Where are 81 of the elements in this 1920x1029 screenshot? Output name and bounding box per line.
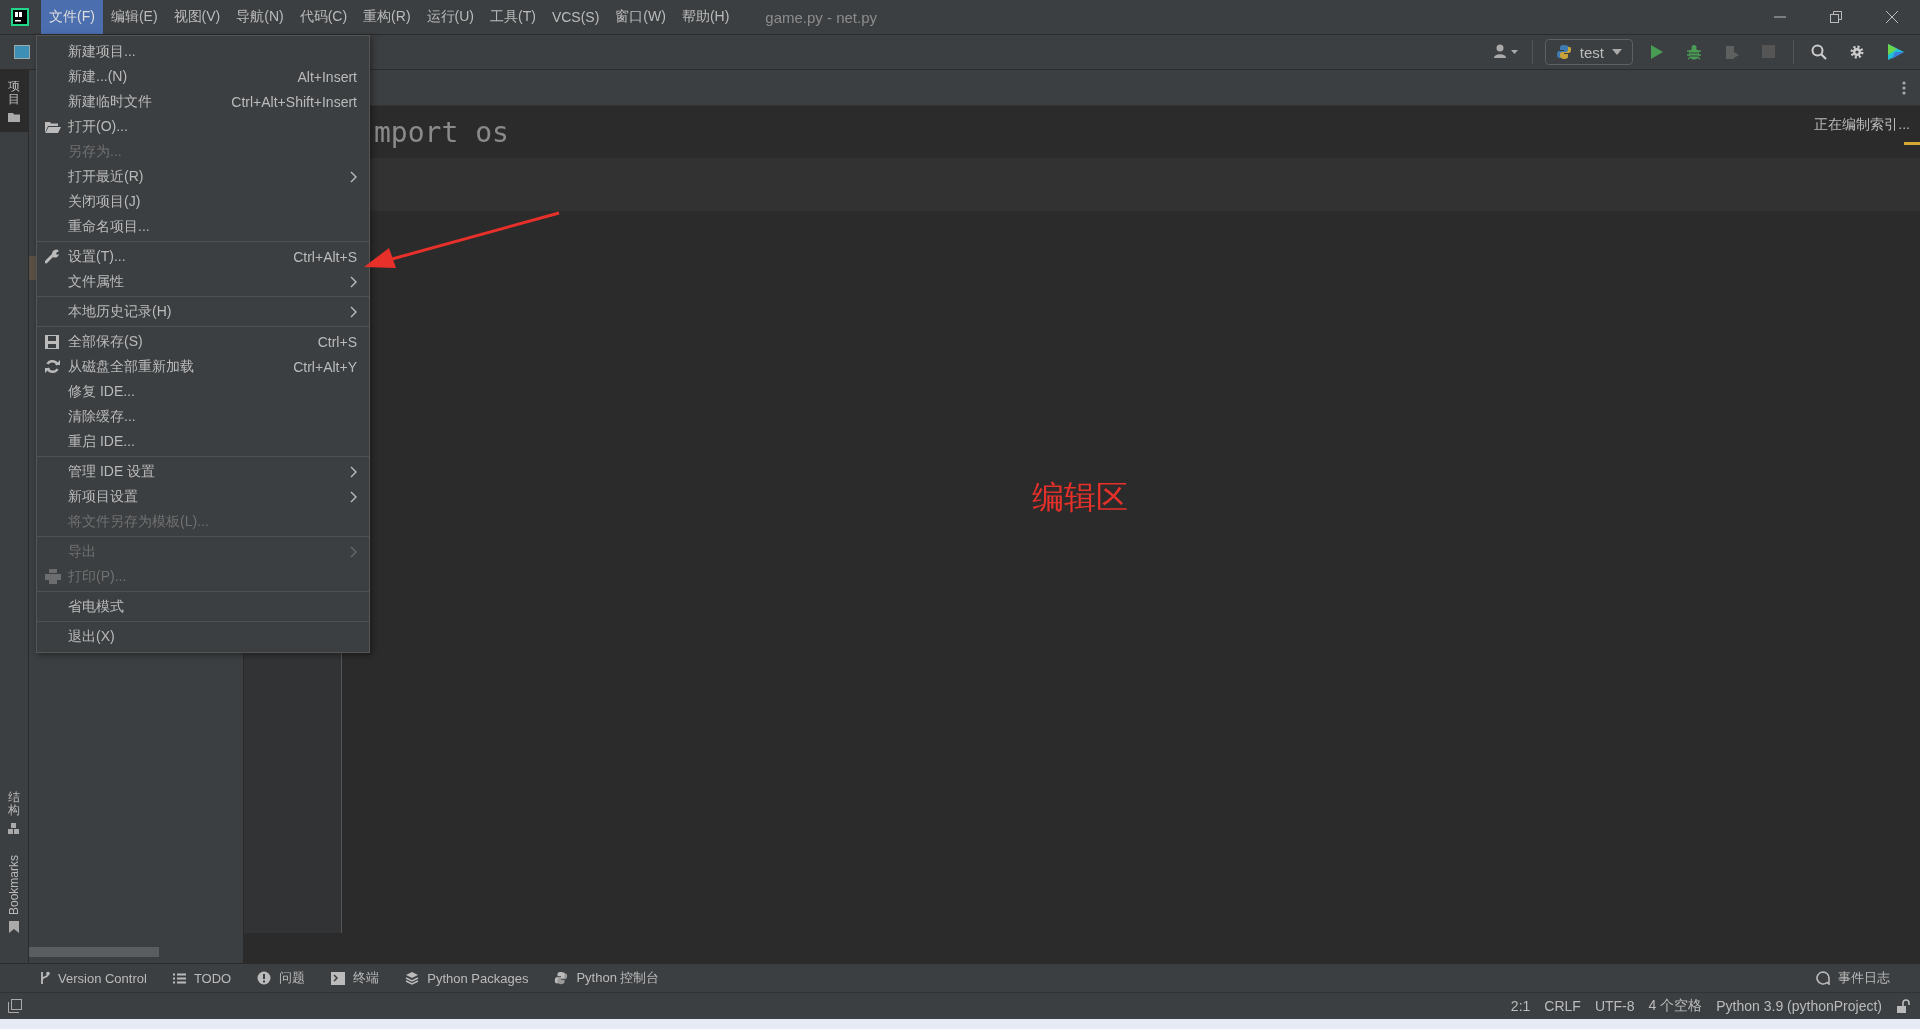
tool-window-tab[interactable]: 结构 [0, 780, 28, 845]
printer-icon [45, 569, 61, 584]
menu-item[interactable]: 帮助(H) [673, 0, 738, 34]
list-icon [172, 972, 186, 984]
bug-icon[interactable] [1686, 44, 1702, 60]
lock-icon[interactable] [1896, 999, 1910, 1013]
menu-item[interactable]: 新建临时文件 Ctrl+Alt+Shift+Insert [37, 89, 369, 114]
tool-window-tab[interactable]: Bookmarks [0, 844, 28, 943]
menu-item[interactable]: 重命名项目... [37, 214, 369, 239]
structure-icon [8, 822, 20, 835]
indexing-status: 正在编制索引... [1814, 116, 1911, 134]
status-item[interactable]: 2:1 [1510, 998, 1531, 1014]
status-item[interactable]: UTF-8 [1594, 998, 1635, 1014]
restore-icon [1830, 11, 1842, 23]
alert-icon [257, 971, 272, 985]
tool-window-tab[interactable]: 项目 [0, 70, 28, 133]
folder-icon [45, 120, 61, 133]
tool-window-button[interactable]: 问题 [257, 969, 306, 987]
user-icon[interactable] [1493, 44, 1520, 60]
settings-icon[interactable] [1849, 44, 1865, 60]
code-line: mport os [374, 115, 509, 149]
menu-item[interactable]: 新建项目... [37, 39, 369, 64]
menu-item[interactable]: 工具(T) [482, 0, 544, 34]
menu-item[interactable]: VCS(S) [543, 0, 608, 34]
menu-item[interactable]: 修复 IDE... [37, 379, 369, 404]
bookmark-icon [9, 921, 19, 933]
run-icon[interactable] [1650, 44, 1664, 60]
menu-item[interactable]: 重启 IDE... [37, 429, 369, 454]
scrollbar[interactable] [29, 947, 159, 957]
run-configuration-dropdown[interactable]: test [1544, 39, 1633, 65]
progress-indicator [1904, 142, 1920, 145]
layout-icon[interactable] [8, 999, 22, 1013]
toolbox-logo-icon[interactable] [1887, 43, 1905, 61]
menu-item[interactable]: 打开最近(R) [37, 164, 369, 189]
terminal-icon [331, 971, 346, 985]
menu-item[interactable]: 管理 IDE 设置 [37, 459, 369, 484]
menu-item[interactable]: 重构(R) [355, 0, 419, 34]
menu-item[interactable]: 从磁盘全部重新加载 Ctrl+Alt+Y [37, 354, 369, 379]
tool-window-button[interactable]: 终端 [331, 969, 380, 987]
menu-item[interactable]: 打开(O)... [37, 114, 369, 139]
menu-item[interactable]: 视图(V) [165, 0, 229, 34]
speech-bubble-icon [1816, 971, 1830, 985]
save-icon [45, 334, 59, 349]
status-item[interactable]: Python 3.9 (pythonProject) [1716, 998, 1882, 1014]
menu-item[interactable]: 窗口(W) [607, 0, 674, 34]
menu-item[interactable]: 文件属性 [37, 269, 369, 294]
more-options-icon[interactable] [1902, 80, 1906, 95]
menu-item[interactable]: 新项目设置 [37, 484, 369, 509]
menu-item[interactable]: 本地历史记录(H) [37, 299, 369, 324]
folder-icon [8, 112, 20, 123]
tool-window-button[interactable]: Version Control [40, 970, 147, 986]
menu-item[interactable]: 编辑(E) [102, 0, 166, 34]
menu-item[interactable]: 新建...(N) Alt+Insert [37, 64, 369, 89]
menu-item[interactable]: 代码(C) [291, 0, 356, 34]
close-icon [1886, 11, 1898, 23]
tool-window-button[interactable]: TODO [172, 970, 232, 986]
status-item[interactable]: 4 个空格 [1648, 997, 1703, 1015]
menu-item[interactable]: 设置(T)... Ctrl+Alt+S [37, 244, 369, 269]
branch-icon [40, 971, 50, 985]
menu-item[interactable]: 导航(N) [228, 0, 292, 34]
window-title: game.py - net.py [765, 8, 878, 26]
python-icon [1555, 44, 1572, 60]
menu-item[interactable]: 文件(F) [41, 0, 103, 34]
search-icon[interactable] [1811, 44, 1827, 60]
menu-item[interactable]: 关闭项目(J) [37, 189, 369, 214]
tool-window-button[interactable]: Python 控制台 [554, 969, 660, 987]
menu-item[interactable]: 省电模式 [37, 594, 369, 619]
menu-item[interactable]: 退出(X) [37, 624, 369, 649]
menu-item[interactable]: 清除缓存... [37, 404, 369, 429]
status-item[interactable]: CRLF [1544, 998, 1581, 1014]
python-icon [554, 971, 569, 985]
annotation-label: 编辑区 [1032, 478, 1128, 517]
wrench-icon [45, 249, 60, 264]
event-log-button[interactable]: 事件日志 [1816, 969, 1890, 987]
caret-icon [1612, 49, 1622, 55]
menu-item[interactable]: 运行(U) [418, 0, 482, 34]
app-logo-icon[interactable] [11, 8, 29, 26]
refresh-icon [45, 359, 60, 374]
layers-icon [405, 971, 420, 985]
menu-item[interactable]: 全部保存(S) Ctrl+S [37, 329, 369, 354]
tool-window-button[interactable]: Python Packages [405, 970, 529, 986]
